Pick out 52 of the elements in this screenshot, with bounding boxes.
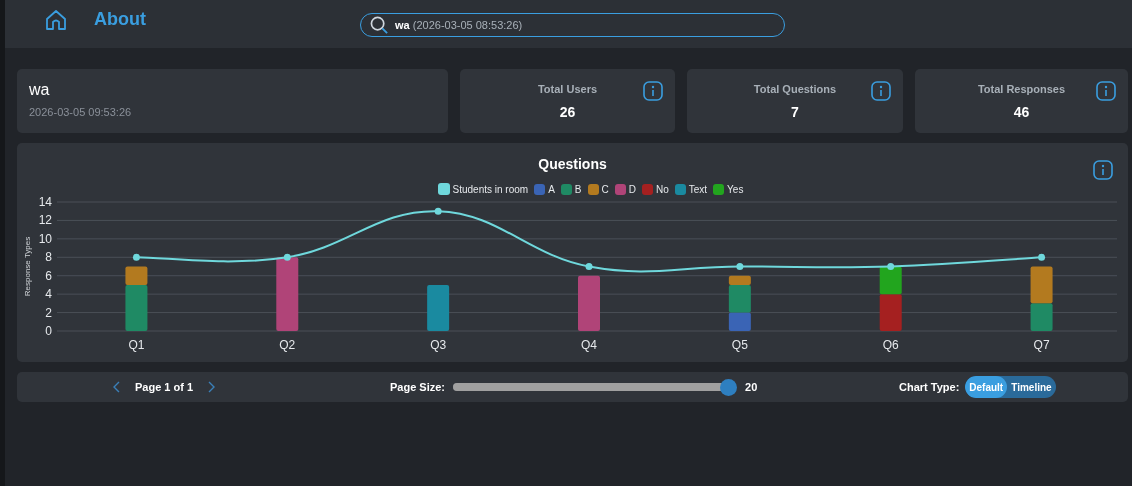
tick-label: 8 bbox=[45, 250, 52, 265]
stat-value: 7 bbox=[791, 104, 799, 120]
info-icon[interactable] bbox=[1096, 81, 1116, 101]
stat-value: 46 bbox=[1013, 104, 1030, 120]
tick-label: 10 bbox=[38, 231, 52, 246]
data-point bbox=[434, 207, 442, 215]
tick-label: 2 bbox=[45, 305, 52, 320]
stat-label: Total Users bbox=[537, 83, 598, 95]
data-point bbox=[132, 253, 140, 261]
category-label: Q2 bbox=[279, 338, 296, 352]
page-title: About bbox=[94, 8, 146, 30]
legend-item[interactable]: No bbox=[641, 183, 669, 195]
category-label: Q1 bbox=[128, 338, 145, 352]
legend-item[interactable]: Yes bbox=[713, 183, 744, 195]
tick-label: 12 bbox=[38, 213, 52, 228]
search-icon bbox=[370, 15, 389, 35]
page-size-value: 20 bbox=[745, 381, 758, 393]
chevron-right-icon[interactable] bbox=[207, 381, 216, 393]
page-indicator: Page 1 of 1 bbox=[135, 381, 194, 393]
stat-value: 26 bbox=[559, 104, 576, 120]
info-icon[interactable] bbox=[871, 81, 891, 101]
data-point bbox=[887, 263, 895, 270]
page-size-label: Page Size: bbox=[390, 381, 446, 393]
data-point bbox=[283, 253, 291, 261]
category-label: Q7 bbox=[1033, 338, 1050, 352]
category-label: Q3 bbox=[430, 338, 447, 352]
category-label: Q4 bbox=[581, 338, 597, 352]
home-icon[interactable] bbox=[44, 8, 68, 32]
chart-type-label: Chart Type: bbox=[899, 381, 960, 393]
tick-label: 4 bbox=[45, 287, 52, 302]
info-icon[interactable] bbox=[643, 81, 663, 101]
stat-label: Total Responses bbox=[977, 83, 1066, 95]
stat-label: Total Questions bbox=[753, 83, 837, 95]
session-timestamp: 2026-03-05 09:53:26 bbox=[29, 106, 133, 118]
data-point bbox=[1038, 253, 1046, 261]
info-icon[interactable] bbox=[1093, 160, 1113, 180]
page-size-slider[interactable] bbox=[453, 378, 738, 396]
legend-item[interactable]: Text bbox=[674, 183, 708, 195]
chevron-left-icon[interactable] bbox=[113, 381, 121, 393]
tick-label: 6 bbox=[45, 268, 52, 283]
chart-title: Questions bbox=[538, 156, 607, 172]
chart-type-option[interactable]: Timeline bbox=[1007, 376, 1056, 398]
session-name: wa bbox=[29, 81, 51, 99]
slider-thumb[interactable] bbox=[720, 378, 738, 396]
category-label: Q5 bbox=[731, 338, 748, 352]
axis-title: Response Types bbox=[23, 236, 32, 297]
tick-label: 14 bbox=[38, 196, 52, 209]
data-point bbox=[736, 263, 744, 270]
category-label: Q6 bbox=[882, 338, 899, 352]
tick-label: 0 bbox=[45, 324, 52, 338]
data-point bbox=[585, 263, 593, 270]
legend-item[interactable]: Students in room bbox=[437, 183, 529, 195]
